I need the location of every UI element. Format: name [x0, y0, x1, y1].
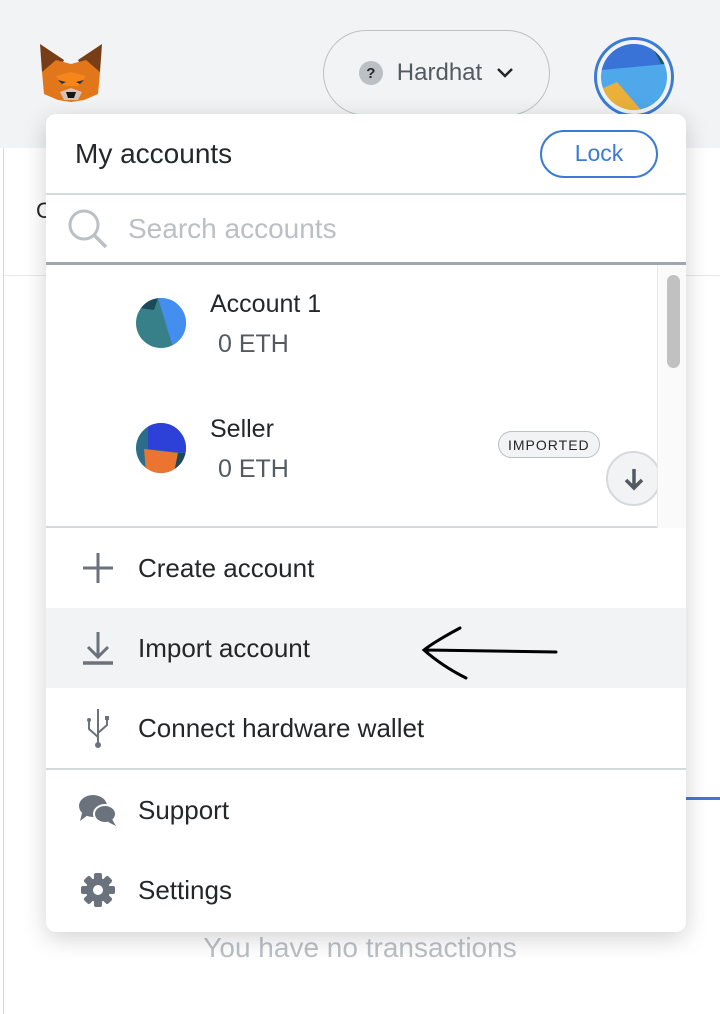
account-item-seller[interactable]: Seller 0 ETH IMPORTED [136, 415, 656, 515]
chevron-down-icon [497, 68, 514, 78]
plus-icon [78, 548, 118, 588]
import-account-label: Import account [138, 632, 310, 663]
search-icon [68, 209, 108, 248]
connect-hardware-wallet-item[interactable]: Connect hardware wallet [46, 688, 686, 768]
network-selector[interactable]: ? Hardhat [323, 30, 550, 116]
question-icon: ? [358, 61, 383, 85]
account-name: Account 1 [210, 290, 322, 318]
lock-button[interactable]: Lock [540, 129, 658, 178]
imported-badge: IMPORTED [498, 431, 600, 458]
empty-transactions-text: You have no transactions [203, 932, 517, 963]
scroll-down-button[interactable] [606, 451, 661, 506]
metamask-fox-logo [40, 44, 102, 102]
import-account-item[interactable]: Import account [46, 608, 686, 688]
page-border [3, 0, 4, 1014]
support-item[interactable]: Support [46, 770, 686, 850]
account-avatar-button[interactable] [594, 37, 674, 117]
account-item-account-1[interactable]: Account 1 0 ETH [136, 290, 656, 390]
account-list: Account 1 0 ETH Seller 0 ETH IMPORTED [46, 265, 686, 528]
support-label: Support [138, 794, 230, 825]
account-menu: My accounts Lock Account 1 0 ETH Seller … [46, 114, 686, 932]
connect-hardware-wallet-label: Connect hardware wallet [138, 712, 425, 743]
chat-bubbles-icon [78, 790, 118, 830]
account-identicon [136, 298, 186, 348]
settings-item[interactable]: Settings [46, 850, 686, 930]
search-accounts-input[interactable] [128, 212, 628, 245]
menu-title: My accounts [75, 137, 233, 169]
download-icon [78, 628, 118, 668]
account-balance: 0 ETH [218, 330, 289, 358]
account-balance: 0 ETH [218, 455, 289, 483]
usb-icon [78, 708, 118, 748]
account-name: Seller [210, 415, 274, 443]
create-account-item[interactable]: Create account [46, 528, 686, 608]
scrollbar-thumb[interactable] [667, 275, 680, 368]
active-tab-indicator [686, 797, 720, 800]
gear-icon [78, 870, 118, 910]
account-identicon [136, 423, 186, 473]
search-bar [46, 195, 686, 265]
identicon [601, 44, 667, 110]
account-menu-header: My accounts Lock [46, 114, 686, 195]
network-name: Hardhat [396, 59, 483, 86]
settings-label: Settings [138, 874, 232, 905]
annotation-arrow-icon [421, 626, 558, 680]
arrow-down-icon [624, 468, 643, 490]
create-account-label: Create account [138, 552, 315, 583]
scrollbar[interactable] [657, 265, 686, 528]
